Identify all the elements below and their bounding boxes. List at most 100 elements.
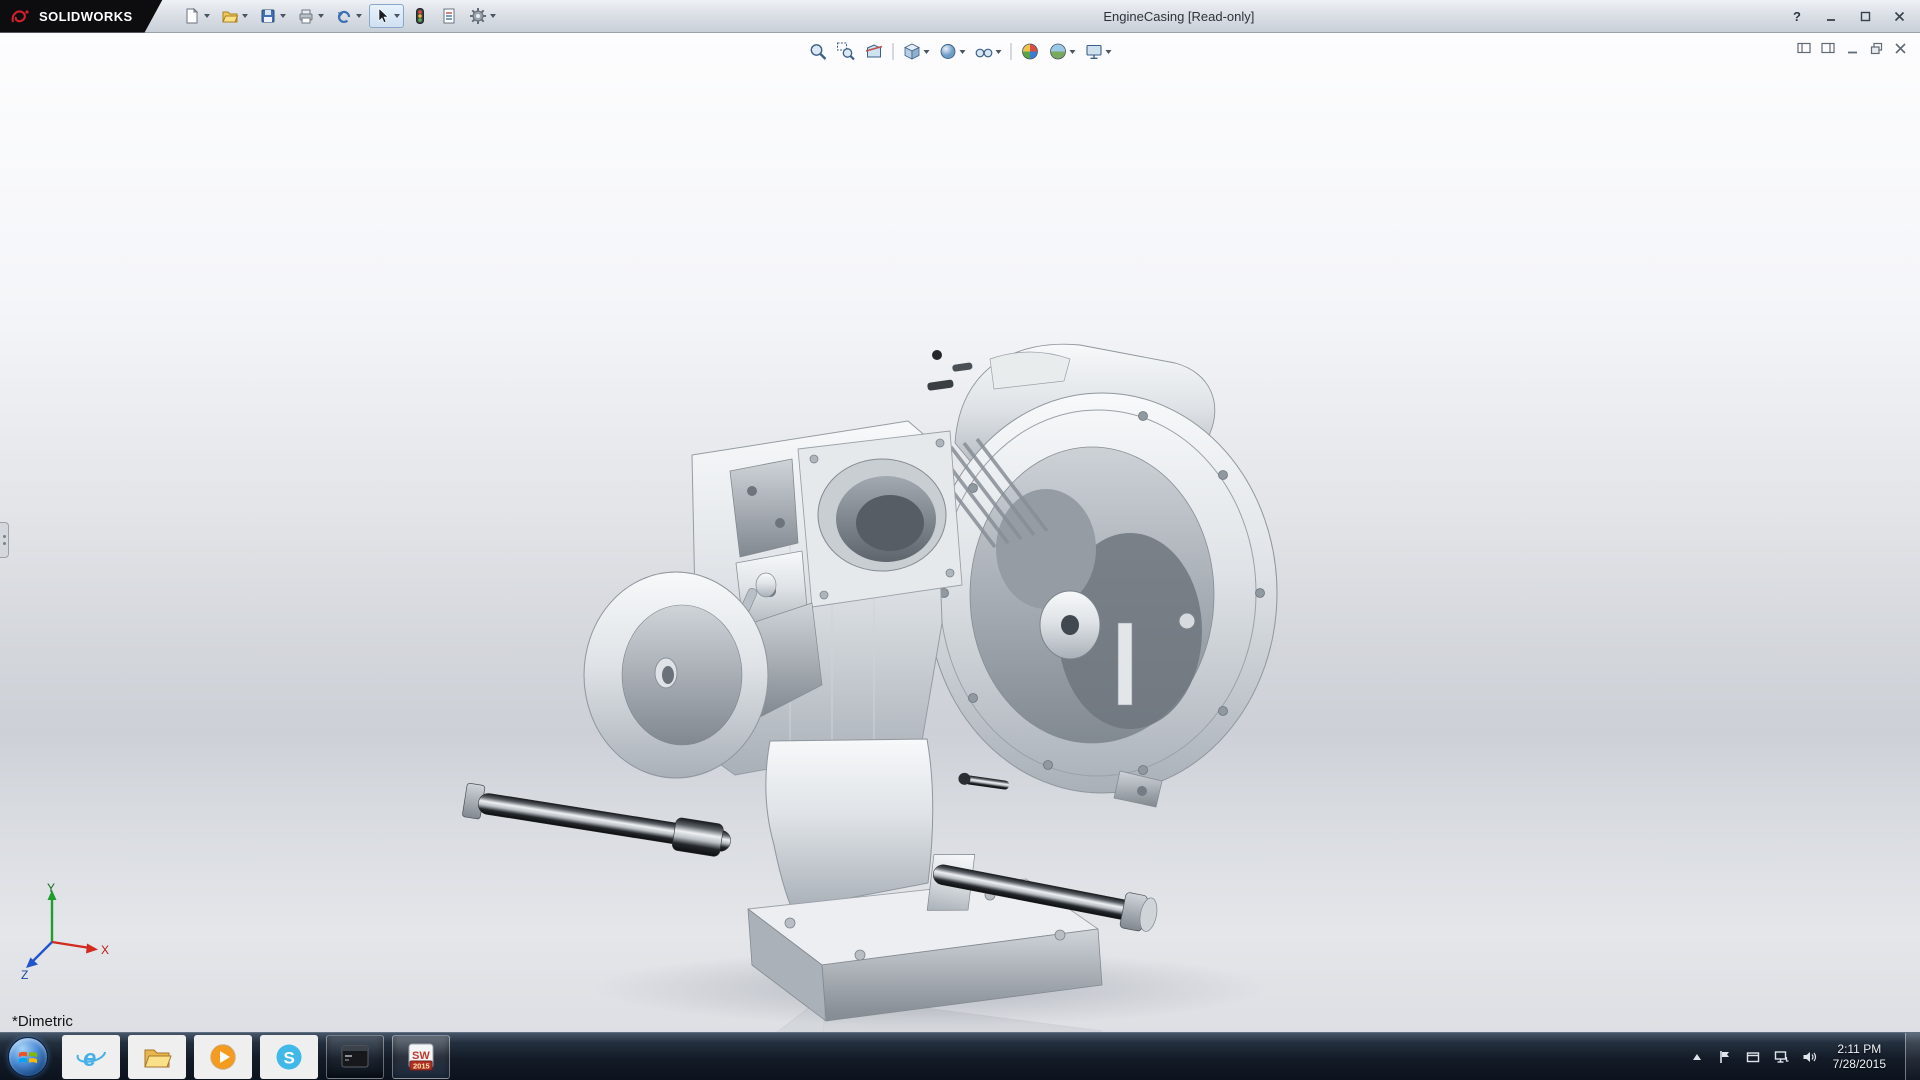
network-icon: [1774, 1050, 1789, 1063]
hidden-window-icon: [1746, 1051, 1760, 1062]
new-document-button[interactable]: [179, 4, 214, 28]
taskbar-item-command-prompt[interactable]: [326, 1034, 384, 1079]
solidworks-logo-icon: [10, 8, 32, 25]
zoom-to-area-button[interactable]: [834, 39, 859, 64]
volume-button[interactable]: [1801, 1048, 1818, 1065]
headsup-view-toolbar: [806, 39, 1115, 64]
taskbar-item-skype[interactable]: S: [260, 1034, 318, 1079]
chevron-down-icon: [959, 49, 966, 54]
show-desktop-button[interactable]: [1905, 1033, 1920, 1080]
file-properties-button[interactable]: [436, 4, 462, 28]
hidden-window-button[interactable]: [1745, 1048, 1762, 1065]
window-title: EngineCasing [Read-only]: [1103, 8, 1255, 24]
taskbar-item-windows-explorer[interactable]: [128, 1034, 186, 1079]
apply-scene-icon: [1050, 43, 1066, 60]
view-orientation-label: *Dimetric: [12, 1013, 73, 1030]
toolbar-separator: [1010, 43, 1012, 60]
taskbar-item-internet-explorer[interactable]: e: [62, 1034, 120, 1079]
maximize-icon: [1860, 11, 1870, 21]
titlebar: SOLIDWORKS EngineCasing [Read-only] ?: [0, 0, 1920, 33]
graphics-viewport[interactable]: Y X Z *Dimetric: [0, 33, 1920, 1032]
close-button[interactable]: [1890, 7, 1908, 25]
start-button[interactable]: [8, 1036, 48, 1077]
chevron-down-icon: [1105, 49, 1112, 54]
select-button[interactable]: [368, 4, 404, 28]
pane-left-icon: [1797, 42, 1811, 54]
view-orientation-button[interactable]: [900, 39, 933, 64]
view-settings-button[interactable]: [1082, 39, 1115, 64]
display-style-button[interactable]: [936, 39, 969, 64]
brand-area: SOLIDWORKS: [0, 0, 163, 33]
solidworks-year-badge: 2015: [413, 1061, 430, 1070]
maximize-button[interactable]: [1856, 7, 1874, 25]
doc-restore-button[interactable]: [1868, 40, 1884, 56]
taskbar-clock[interactable]: 2:11 PM 7/28/2015: [1829, 1042, 1894, 1072]
undo-icon: [337, 10, 350, 24]
minimize-button[interactable]: [1822, 7, 1840, 25]
print-button[interactable]: [293, 4, 328, 28]
zoom-to-fit-button[interactable]: [806, 39, 831, 64]
chevron-down-icon: [317, 14, 324, 18]
internet-explorer-icon: e: [76, 1045, 106, 1072]
taskbar-item-solidworks[interactable]: SW 2015: [392, 1034, 450, 1079]
zoom-to-fit-icon: [810, 44, 827, 60]
taskpane-collapse-tab[interactable]: [0, 522, 9, 558]
doc-restore-icon: [1870, 42, 1882, 54]
media-player-icon: [210, 1043, 236, 1070]
select-cursor-icon: [378, 7, 389, 23]
view-settings-icon: [1086, 44, 1102, 59]
action-center-button[interactable]: [1717, 1048, 1734, 1065]
print-icon: [299, 9, 313, 24]
close-icon: [1894, 11, 1904, 21]
skype-glyph: S: [284, 1048, 295, 1067]
chevron-down-icon: [241, 14, 248, 18]
taskbar: e S SW 2015 2:11 PM 7/28/2015: [0, 1032, 1920, 1080]
rebuild-icon: [415, 8, 424, 24]
zoom-to-area-icon: [837, 42, 855, 61]
save-button[interactable]: [255, 4, 290, 28]
pane-left-button[interactable]: [1796, 40, 1812, 56]
hide-show-items-button[interactable]: [972, 39, 1005, 64]
flag-icon: [1720, 1050, 1730, 1063]
tray-expand-button[interactable]: [1689, 1048, 1706, 1065]
system-tray: 2:11 PM 7/28/2015: [1689, 1033, 1920, 1080]
solidworks-glyph: SW: [412, 1050, 430, 1062]
undo-button[interactable]: [331, 4, 366, 28]
brand-label: SOLIDWORKS: [39, 8, 133, 24]
display-style-icon: [940, 44, 956, 59]
network-button[interactable]: [1773, 1048, 1790, 1065]
options-button[interactable]: [465, 4, 500, 28]
chevron-down-icon: [995, 49, 1002, 54]
engine-casing-geometry: [462, 343, 1278, 1022]
chevron-down-icon: [279, 14, 286, 18]
quick-access-toolbar: [179, 4, 500, 28]
start-orb-icon: [19, 1051, 37, 1063]
help-icon[interactable]: ?: [1788, 7, 1806, 25]
hide-show-items-icon: [975, 48, 993, 58]
pane-right-icon: [1821, 42, 1835, 54]
clock-date: 7/28/2015: [1832, 1056, 1886, 1071]
command-prompt-icon: [341, 1045, 369, 1067]
engine-casing-model[interactable]: [430, 323, 1330, 1032]
doc-close-icon: [1894, 42, 1906, 54]
options-gear-icon: [469, 8, 486, 24]
chevron-down-icon: [355, 14, 362, 18]
doc-close-button[interactable]: [1892, 40, 1908, 56]
orientation-triad: Y X Z: [21, 882, 109, 982]
doc-minimize-button[interactable]: [1844, 40, 1860, 56]
section-view-button[interactable]: [862, 39, 887, 64]
edit-appearance-button[interactable]: [1018, 39, 1043, 64]
rebuild-button[interactable]: [407, 4, 433, 28]
pane-right-button[interactable]: [1820, 40, 1836, 56]
apply-scene-button[interactable]: [1046, 39, 1079, 64]
chevron-down-icon: [1069, 49, 1076, 54]
save-icon: [261, 9, 275, 23]
taskbar-item-media-player[interactable]: [194, 1034, 252, 1079]
clock-time: 2:11 PM: [1837, 1041, 1882, 1056]
chevron-up-icon: [1693, 1053, 1702, 1060]
windows-explorer-icon: [144, 1049, 172, 1067]
open-button[interactable]: [217, 4, 252, 28]
solidworks-window: SOLIDWORKS EngineCasing [Read-only] ? Y …: [0, 0, 1920, 1080]
y-axis-label: Y: [47, 882, 55, 895]
x-axis-arrow: [86, 943, 98, 954]
